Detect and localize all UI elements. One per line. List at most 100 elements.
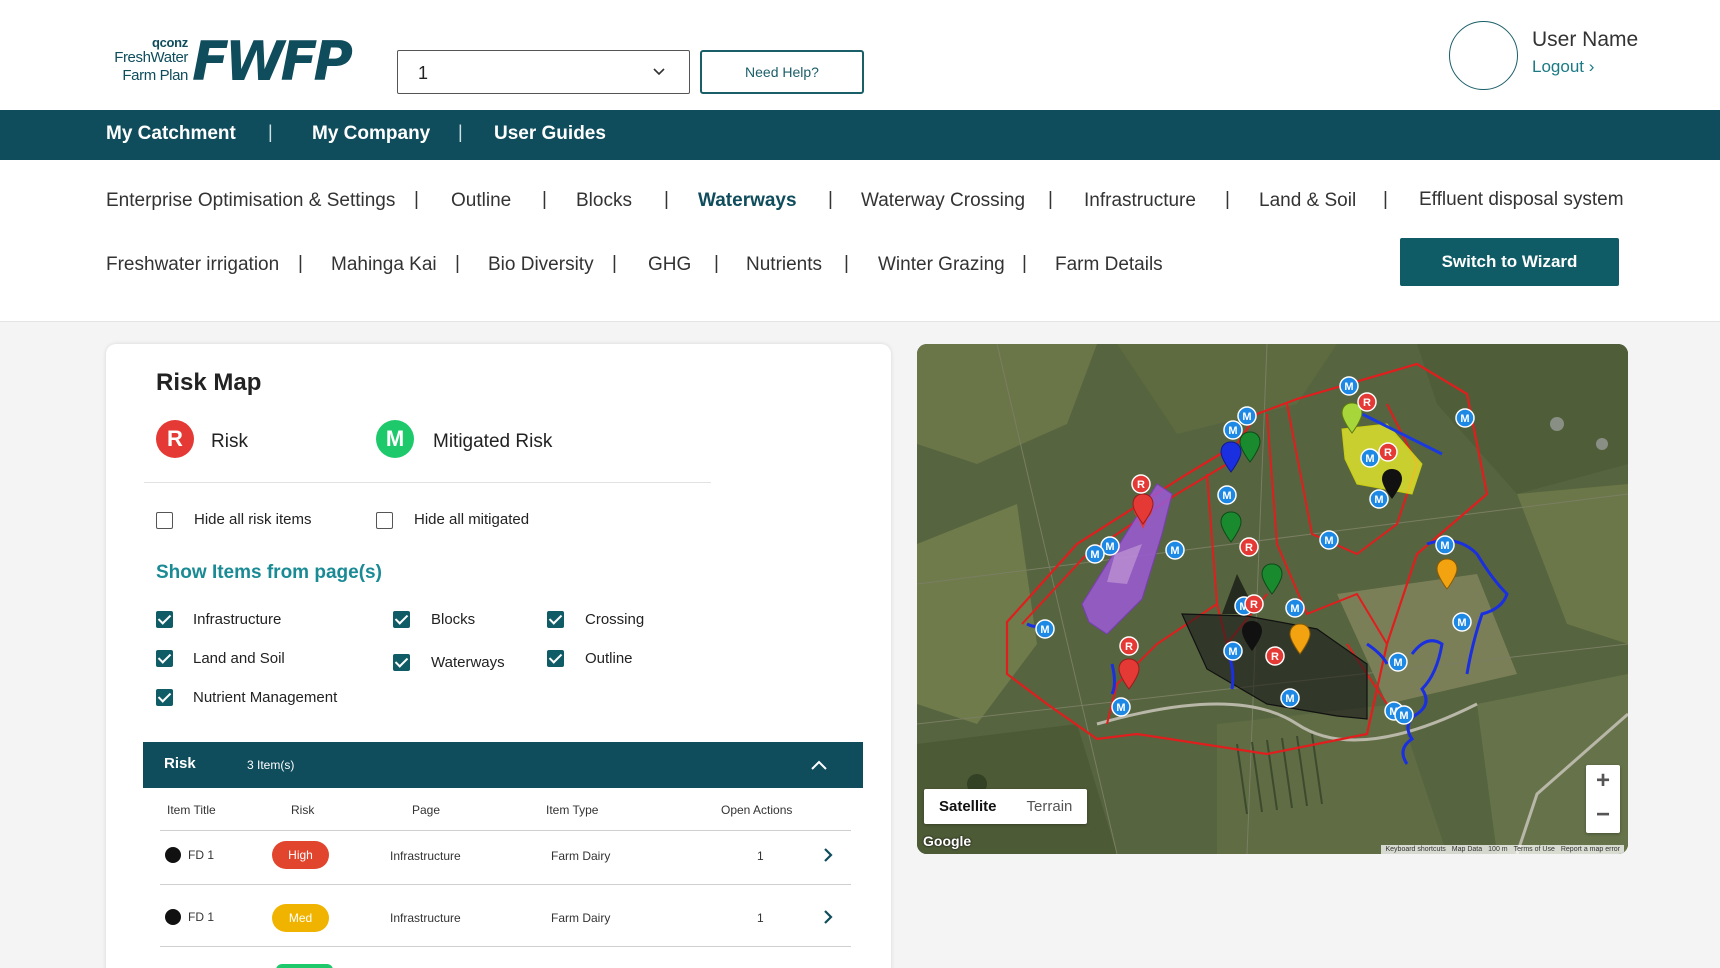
mitigated-marker[interactable]: M <box>1435 535 1455 555</box>
risk-map[interactable]: MMMMMMMMMMMMMMMMMMMMMMRRRRRRR Satellite … <box>917 344 1628 854</box>
chevron-right-icon[interactable] <box>822 847 834 863</box>
row-divider <box>160 946 851 947</box>
risk-level-badge <box>276 964 333 968</box>
svg-text:R: R <box>1250 599 1258 611</box>
risk-marker[interactable]: R <box>1119 636 1139 656</box>
zoom-in-button[interactable]: + <box>1586 765 1620 799</box>
map-scale: 100 m <box>1488 846 1508 853</box>
fwfp-logo[interactable]: qconz FreshWater Farm Plan FWFP <box>106 30 356 93</box>
open-actions-count: 1 <box>757 849 764 863</box>
filter-nutrient-checkbox[interactable] <box>156 689 173 706</box>
mitigated-marker[interactable]: M <box>1388 652 1408 672</box>
mitigated-marker[interactable]: M <box>1165 540 1185 560</box>
switch-to-wizard-button[interactable]: Switch to Wizard <box>1400 238 1619 286</box>
map-type-control: Satellite Terrain <box>924 789 1088 824</box>
filter-crossing-checkbox[interactable] <box>547 611 564 628</box>
hide-mitigated-checkbox[interactable] <box>376 512 393 529</box>
nav-user-guides[interactable]: User Guides <box>494 123 606 145</box>
mitigated-marker[interactable]: M <box>1394 705 1414 725</box>
tab-waterway-crossing[interactable]: Waterway Crossing <box>861 190 1025 212</box>
mitigated-marker[interactable]: M <box>1360 448 1380 468</box>
farm-select[interactable]: 1 <box>397 50 690 94</box>
mitigated-marker[interactable]: M <box>1280 688 1300 708</box>
risk-marker[interactable]: R <box>1265 646 1285 666</box>
column-header-item-type: Item Type <box>546 803 599 817</box>
avatar[interactable] <box>1449 21 1518 90</box>
filter-infrastructure-checkbox[interactable] <box>156 611 173 628</box>
mitigated-marker[interactable]: M <box>1452 612 1472 632</box>
tab-ghg[interactable]: GHG <box>648 254 691 276</box>
need-help-button[interactable]: Need Help? <box>700 50 864 94</box>
mitigated-marker[interactable]: M <box>1237 406 1257 426</box>
column-header-open-actions: Open Actions <box>721 803 793 817</box>
tab-land-soil[interactable]: Land & Soil <box>1259 190 1356 212</box>
filter-land-soil-checkbox[interactable] <box>156 650 173 667</box>
map-type-satellite-button[interactable]: Satellite <box>924 789 1012 824</box>
item-type: Farm Dairy <box>551 849 611 863</box>
terms-link[interactable]: Terms of Use <box>1514 846 1555 853</box>
tab-nutrients[interactable]: Nutrients <box>746 254 822 276</box>
tab-separator: | <box>542 189 547 210</box>
mitigated-marker[interactable]: M <box>1111 697 1131 717</box>
risk-marker[interactable]: R <box>1244 594 1264 614</box>
tab-waterways[interactable]: Waterways <box>698 190 797 212</box>
zoom-out-button[interactable]: − <box>1586 799 1620 833</box>
mitigated-marker[interactable]: M <box>1319 530 1339 550</box>
nav-my-catchment[interactable]: My Catchment <box>106 123 236 145</box>
map-data-link[interactable]: Map Data <box>1452 846 1482 853</box>
mitigated-marker[interactable]: M <box>1223 641 1243 661</box>
risk-marker[interactable]: R <box>1131 474 1151 494</box>
marker-layer: MMMMMMMMMMMM MMMMMMMM M MRRRRRRR <box>1035 376 1475 725</box>
svg-text:R: R <box>1125 641 1133 653</box>
map-attribution: Keyboard shortcuts Map Data 100 m Terms … <box>1381 845 1624 854</box>
svg-text:M: M <box>1040 624 1049 636</box>
filter-infrastructure-label: Infrastructure <box>193 611 282 628</box>
tab-enterprise-optimisation[interactable]: Enterprise Optimisation & Settings <box>106 190 395 212</box>
logout-link[interactable]: Logout › <box>1532 57 1594 77</box>
mitigated-marker[interactable]: M <box>1339 376 1359 396</box>
chevron-up-icon[interactable] <box>810 756 828 774</box>
tab-infrastructure[interactable]: Infrastructure <box>1084 190 1196 212</box>
item-color-dot <box>165 909 181 925</box>
tab-blocks[interactable]: Blocks <box>576 190 632 212</box>
keyboard-shortcuts-link[interactable]: Keyboard shortcuts <box>1385 846 1445 853</box>
risk-marker[interactable]: R <box>1239 537 1259 557</box>
hide-risk-checkbox[interactable] <box>156 512 173 529</box>
tab-outline[interactable]: Outline <box>451 190 511 212</box>
svg-text:M: M <box>1228 425 1237 437</box>
tab-separator: | <box>414 189 419 210</box>
tab-farm-details[interactable]: Farm Details <box>1055 254 1163 276</box>
filter-nutrient-label: Nutrient Management <box>193 689 338 706</box>
nav-my-company[interactable]: My Company <box>312 123 430 145</box>
risk-section-title: Risk <box>164 755 196 772</box>
report-error-link[interactable]: Report a map error <box>1561 846 1620 853</box>
tab-bio-diversity[interactable]: Bio Diversity <box>488 254 594 276</box>
table-header-divider <box>160 830 851 831</box>
filter-waterways-checkbox[interactable] <box>393 654 410 671</box>
risk-marker[interactable]: R <box>1378 442 1398 462</box>
logo-mark: FWFP <box>192 30 353 93</box>
risk-marker[interactable]: R <box>1357 392 1377 412</box>
filter-blocks-checkbox[interactable] <box>393 611 410 628</box>
filter-outline-checkbox[interactable] <box>547 650 564 667</box>
tab-winter-grazing[interactable]: Winter Grazing <box>878 254 1005 276</box>
tab-freshwater-irrigation[interactable]: Freshwater irrigation <box>106 254 279 276</box>
mitigated-marker[interactable]: M <box>1285 598 1305 618</box>
chevron-right-icon[interactable] <box>822 909 834 925</box>
panel-title: Risk Map <box>156 369 262 396</box>
tab-effluent-disposal[interactable]: Effluent disposal system <box>1419 189 1624 211</box>
item-page: Infrastructure <box>390 911 461 925</box>
svg-text:M: M <box>1393 657 1402 669</box>
logo-text: qconz FreshWater Farm Plan <box>106 36 188 85</box>
risk-section-header[interactable]: Risk 3 Item(s) <box>143 742 863 788</box>
logo-brand: qconz <box>151 35 188 50</box>
mitigated-marker[interactable]: M <box>1369 489 1389 509</box>
mitigated-marker[interactable]: M <box>1085 544 1105 564</box>
mitigated-marker[interactable]: M <box>1223 420 1243 440</box>
mitigated-marker[interactable]: M <box>1455 408 1475 428</box>
tab-mahinga-kai[interactable]: Mahinga Kai <box>331 254 437 276</box>
farm-select-value: 1 <box>418 63 429 83</box>
mitigated-marker[interactable]: M <box>1217 485 1237 505</box>
map-type-terrain-button[interactable]: Terrain <box>1012 789 1088 824</box>
mitigated-marker[interactable]: M <box>1035 619 1055 639</box>
